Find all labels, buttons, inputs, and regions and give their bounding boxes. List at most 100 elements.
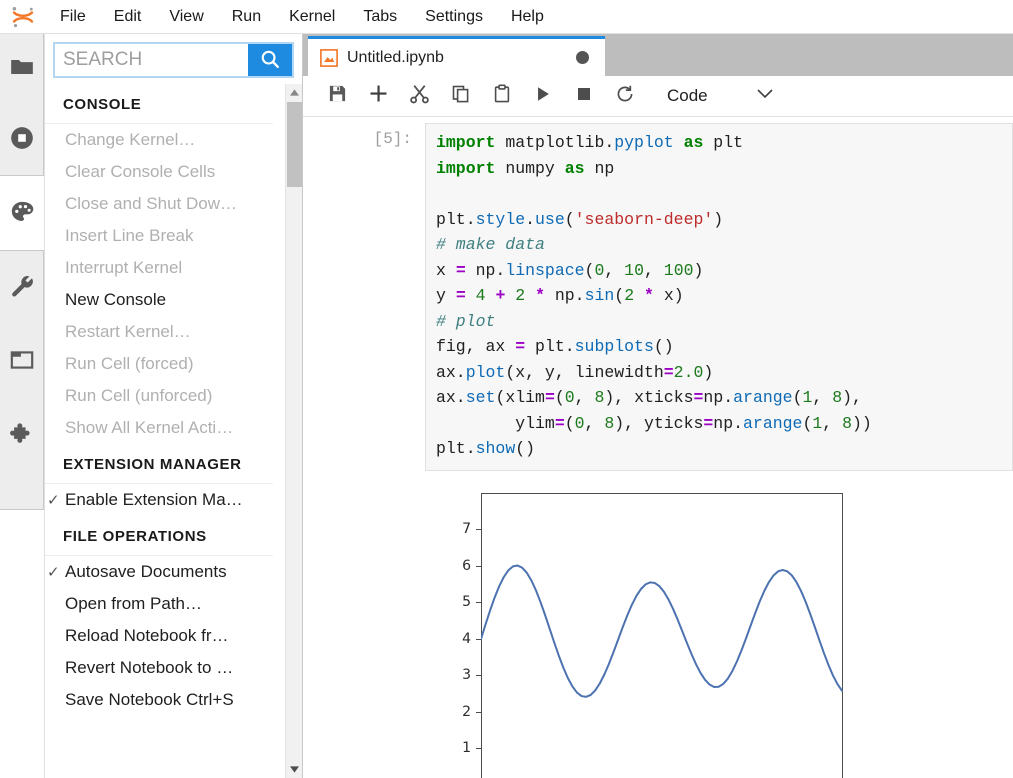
code-cell[interactable]: [5]: import matplotlib.pyplot as plt impo… (303, 117, 1013, 471)
stop-square-icon (576, 86, 592, 107)
cut-button[interactable] (399, 77, 440, 115)
scrollbar-thumb[interactable] (287, 102, 302, 187)
notebook-toolbar: Code (303, 76, 1013, 117)
palette-command-label: Restart Kernel… (65, 322, 191, 341)
palette-command-item[interactable]: ✓Reload Notebook fr… (45, 620, 273, 652)
y-axis-tick-label: 7 (462, 521, 471, 537)
palette-command-item[interactable]: ✓Save Notebook Ctrl+S (45, 684, 273, 716)
search-input[interactable] (55, 44, 248, 76)
main-dock-area: Untitled.ipynb Code [5]: import matplotl… (303, 34, 1013, 778)
sidebar-item-running[interactable] (0, 105, 44, 175)
search-box (53, 42, 294, 78)
palette-command-item[interactable]: ✓ Enable Extension Ma… (45, 484, 273, 516)
palette-command-item[interactable]: ✓Show All Kernel Acti… (45, 412, 273, 444)
palette-command-item[interactable]: ✓Restart Kernel… (45, 316, 273, 348)
check-icon: ✓ (47, 564, 60, 581)
command-palette-panel: CONSOLE✓Change Kernel…✓Clear Console Cel… (45, 34, 303, 778)
clipboard-icon (492, 83, 512, 109)
code-line: fig, ax = plt.subplots() (436, 337, 674, 356)
menu-tabs[interactable]: Tabs (349, 0, 411, 34)
search-button[interactable] (248, 44, 292, 76)
palette-command-item[interactable]: ✓Run Cell (forced) (45, 348, 273, 380)
search-icon (259, 48, 281, 73)
scissors-icon (409, 83, 430, 109)
check-icon: ✓ (47, 492, 60, 509)
run-button[interactable] (522, 77, 563, 115)
menu-view[interactable]: View (155, 0, 217, 34)
menu-run[interactable]: Run (218, 0, 275, 34)
chevron-down-icon (756, 87, 774, 105)
y-axis-tick-label: 5 (462, 594, 471, 610)
menu-file[interactable]: File (46, 0, 100, 34)
menu-kernel[interactable]: Kernel (275, 0, 349, 34)
palette-command-item[interactable]: ✓Close and Shut Dow… (45, 188, 273, 220)
palette-command-item[interactable]: ✓Clear Console Cells (45, 156, 273, 188)
jupyter-logo (0, 0, 46, 34)
y-axis-tick-label: 4 (462, 630, 471, 647)
code-line: plt.style.use('seaborn-deep') (436, 209, 724, 229)
sidebar-item-file-browser[interactable] (0, 34, 44, 104)
cell-input-area[interactable]: import matplotlib.pyplot as plt import nu… (425, 123, 1013, 471)
palette-command-label: Change Kernel… (65, 130, 196, 149)
plus-icon (368, 83, 389, 109)
scroll-up-arrow-icon[interactable] (286, 84, 302, 101)
code-line: ylim=(0, 8), yticks=np.arange(1, 8)) (436, 413, 872, 433)
search-area (45, 34, 302, 84)
palette-command-item[interactable]: ✓Revert Notebook to … (45, 652, 273, 684)
puzzle-piece-icon (9, 421, 35, 452)
matplotlib-figure: 12345671234567 (425, 484, 885, 778)
palette-command-label: Run Cell (unforced) (65, 386, 213, 405)
copy-button[interactable] (440, 77, 481, 115)
matplotlib-output: 12345671234567 (425, 484, 1013, 778)
restart-button[interactable] (604, 77, 645, 115)
paste-button[interactable] (481, 77, 522, 115)
menu-settings[interactable]: Settings (411, 0, 497, 34)
stop-button[interactable] (563, 77, 604, 115)
folder-icon (9, 54, 35, 85)
palette-section-header: FILE OPERATIONS (45, 516, 273, 556)
notebook-scroll-body: [5]: import matplotlib.pyplot as plt impo… (303, 117, 1013, 778)
unsaved-indicator-dot[interactable] (576, 51, 589, 64)
palette-section-header: CONSOLE (45, 84, 273, 124)
wrench-icon (9, 273, 35, 304)
save-button[interactable] (317, 77, 358, 115)
palette-command-item[interactable]: ✓Run Cell (unforced) (45, 380, 273, 412)
palette-scrollbar[interactable] (285, 84, 302, 778)
menu-help[interactable]: Help (497, 0, 558, 34)
y-axis-tick-label: 2 (462, 703, 471, 720)
plot-line-series (481, 564, 843, 698)
scroll-down-arrow-icon[interactable] (286, 761, 302, 778)
palette-section-header: EXTENSION MANAGER (45, 444, 273, 484)
sidebar-item-property-inspector[interactable] (0, 253, 44, 323)
palette-command-label: New Console (65, 290, 167, 309)
sidebar-item-commands[interactable] (0, 179, 44, 249)
palette-command-item[interactable]: ✓Insert Line Break (45, 220, 273, 252)
main-menu-bar: File Edit View Run Kernel Tabs Settings … (0, 0, 1013, 34)
palette-command-label: Clear Console Cells (65, 162, 216, 181)
insert-cell-button[interactable] (358, 77, 399, 115)
sidebar-item-extension-manager[interactable] (0, 401, 44, 471)
palette-command-item[interactable]: ✓Change Kernel… (45, 124, 273, 156)
restart-refresh-icon (615, 84, 635, 109)
y-axis-tick-label: 1 (462, 740, 471, 756)
palette-command-item[interactable]: ✓New Console (45, 284, 273, 316)
code-line: x = np.linspace(0, 10, 100) (436, 260, 704, 280)
palette-command-label: Enable Extension Ma… (65, 490, 243, 509)
y-axis-tick-label: 3 (462, 667, 471, 683)
tab-untitled-ipynb[interactable]: Untitled.ipynb (308, 36, 605, 76)
cell-source-code: import matplotlib.pyplot as plt import nu… (436, 130, 1002, 462)
cell-output-area: 12345671234567 (303, 471, 1013, 778)
cell-type-dropdown[interactable]: Code (661, 82, 780, 110)
palette-command-item[interactable]: ✓Interrupt Kernel (45, 252, 273, 284)
menu-edit[interactable]: Edit (100, 0, 156, 34)
code-line: ax.set(xlim=(0, 8), xticks=np.arange(1, … (436, 388, 862, 407)
play-icon (534, 85, 552, 108)
palette-icon (9, 199, 35, 230)
palette-command-label: Save Notebook Ctrl+S (65, 690, 234, 709)
copy-icon (451, 84, 471, 109)
palette-command-item[interactable]: ✓Open from Path… (45, 588, 273, 620)
jupyterlab-window: File Edit View Run Kernel Tabs Settings … (0, 0, 1013, 778)
palette-command-item[interactable]: ✓ Autosave Documents (45, 556, 273, 588)
output-prompt-spacer (303, 485, 425, 778)
sidebar-item-open-tabs[interactable] (0, 327, 44, 397)
